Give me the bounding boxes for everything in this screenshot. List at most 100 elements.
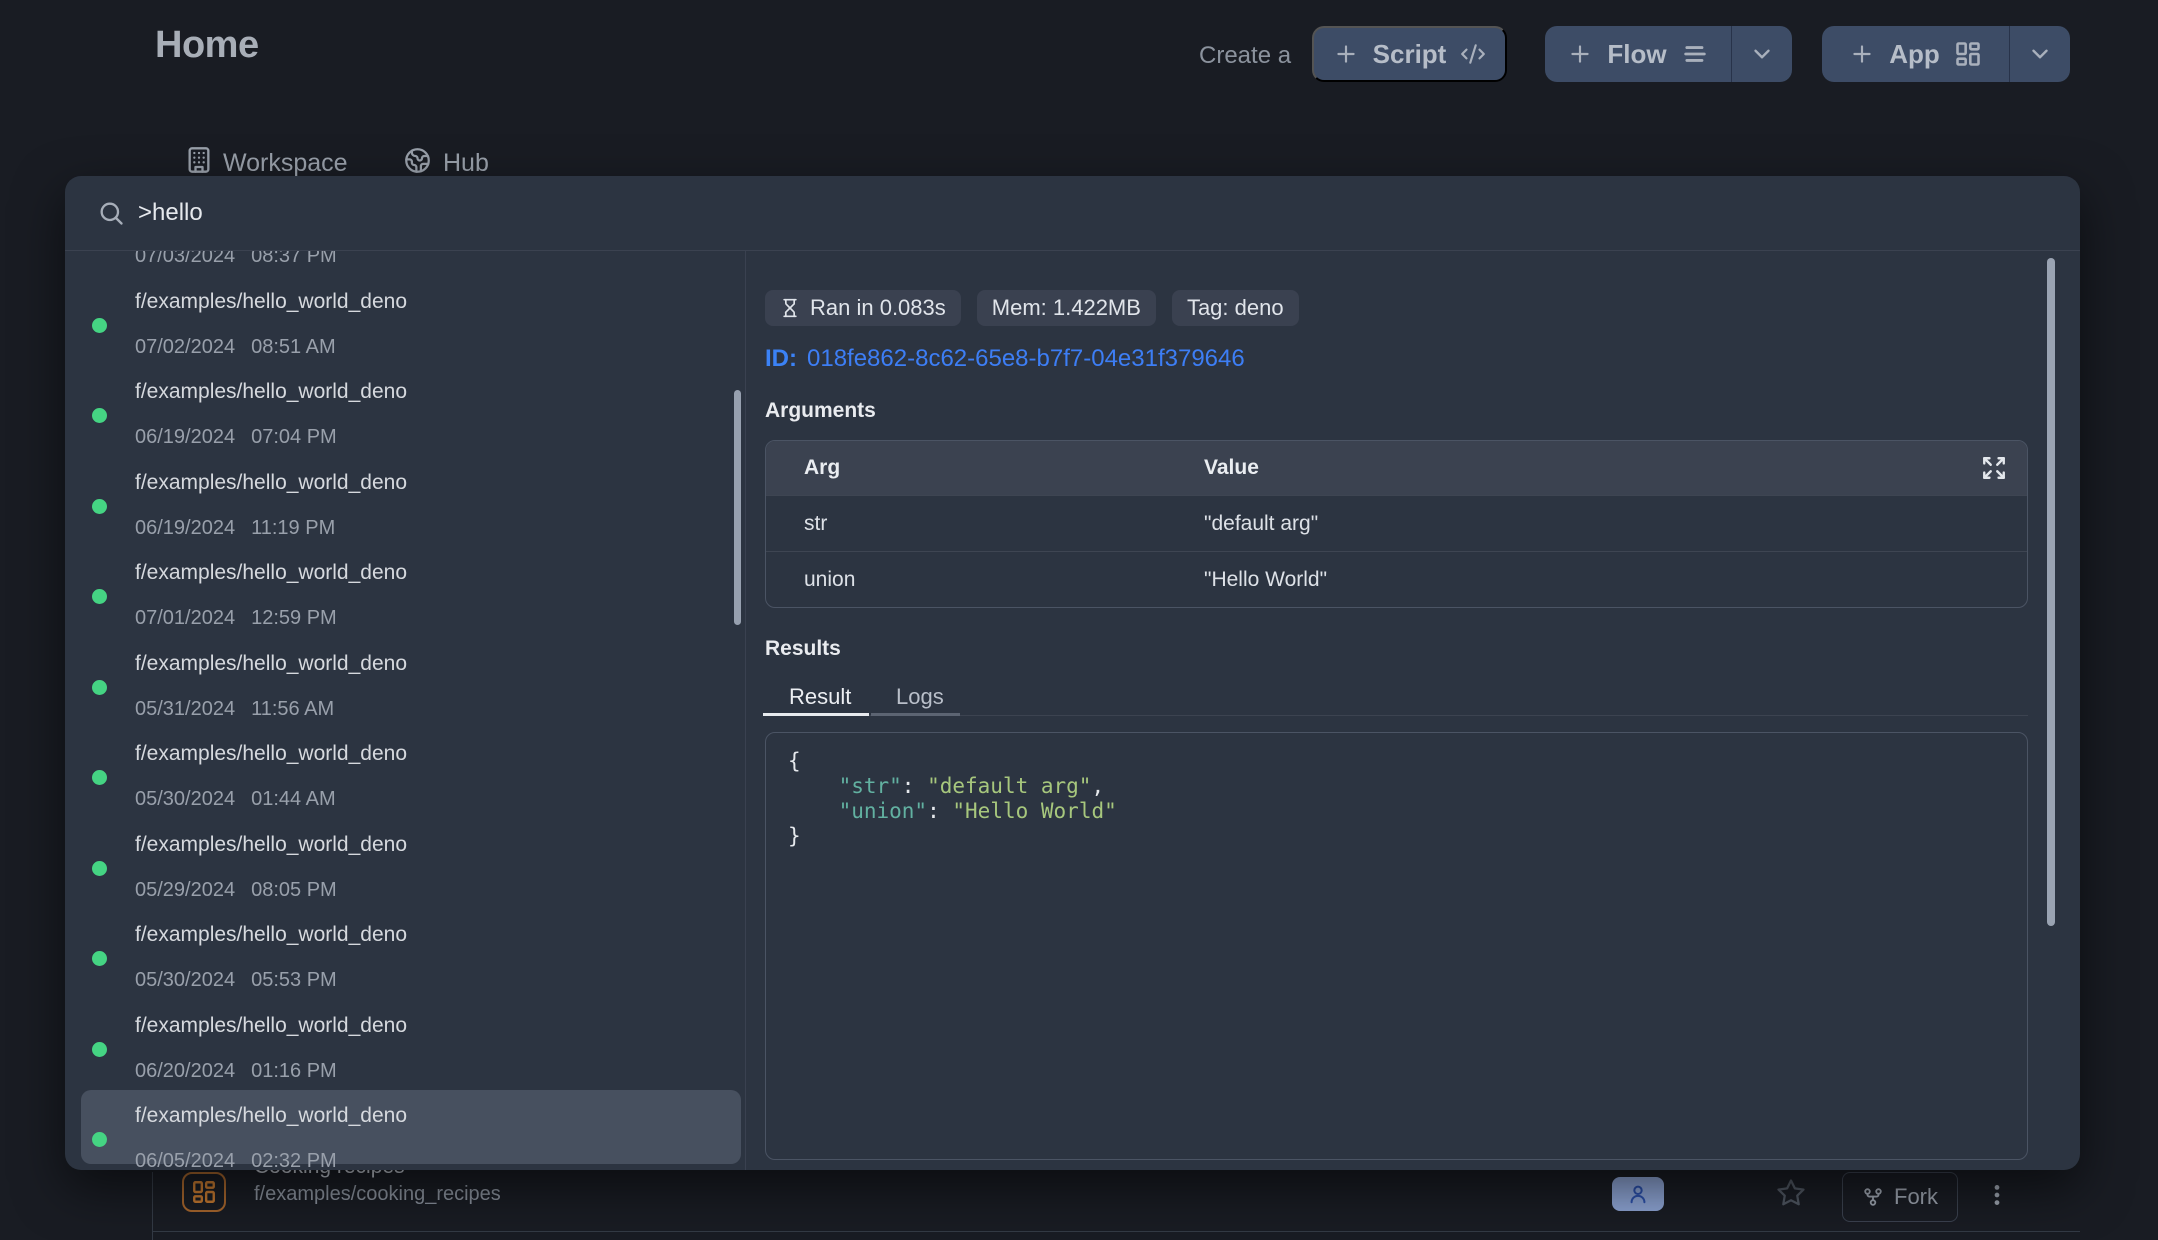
results-title: Results xyxy=(765,637,841,661)
create-a-label: Create a xyxy=(1199,42,1291,70)
success-status-dot xyxy=(92,1132,107,1147)
run-path: f/examples/hello_world_deno xyxy=(135,741,407,767)
flow-bars-icon xyxy=(1681,40,1709,68)
run-path: f/examples/hello_world_deno xyxy=(135,1103,407,1129)
kebab-menu-icon[interactable] xyxy=(1984,1180,2010,1210)
run-path: f/examples/hello_world_deno xyxy=(135,832,407,858)
run-list-item[interactable]: f/examples/hello_world_deno07/01/202412:… xyxy=(81,547,741,621)
create-app-button[interactable]: App xyxy=(1822,26,2009,82)
result-json: { "str": "default arg", "union": "Hello … xyxy=(766,733,2027,865)
arguments-title: Arguments xyxy=(765,399,876,423)
run-detail-panel: Ran in 0.083sMem: 1.422MBTag: deno ID: 01… xyxy=(745,251,2080,1170)
success-status-dot xyxy=(92,1042,107,1057)
page-title: Home xyxy=(155,24,259,67)
run-path: f/examples/hello_world_deno xyxy=(135,560,407,586)
expand-icon[interactable] xyxy=(1981,455,2007,481)
success-status-dot xyxy=(92,861,107,876)
git-fork-icon xyxy=(1862,1186,1884,1208)
run-datetime: 05/30/202405:53 PM xyxy=(135,967,337,993)
argument-name: str xyxy=(766,512,1204,536)
success-status-dot xyxy=(92,680,107,695)
tab-logs[interactable]: Logs xyxy=(896,684,944,710)
run-badges: Ran in 0.083sMem: 1.422MBTag: deno xyxy=(765,290,1299,326)
tab-hub[interactable]: Hub xyxy=(443,149,489,178)
create-app-dropdown-button[interactable] xyxy=(2010,26,2070,82)
chevron-down-icon xyxy=(2027,41,2053,67)
run-path: f/examples/hello_world_deno xyxy=(135,651,407,677)
success-status-dot xyxy=(92,499,107,514)
shared-users-badge xyxy=(1612,1177,1664,1211)
list-left-border xyxy=(152,1172,153,1240)
run-list-item[interactable]: f/examples/hello_world_deno05/29/202408:… xyxy=(81,819,741,893)
dashboard-icon xyxy=(1954,40,1982,68)
create-flow-label: Flow xyxy=(1607,39,1666,70)
search-input[interactable] xyxy=(138,194,1038,232)
run-path: f/examples/hello_world_deno xyxy=(135,1013,407,1039)
detail-scrollbar[interactable] xyxy=(2047,258,2055,926)
run-datetime: 07/02/202408:51 AM xyxy=(135,334,336,360)
argument-row: union"Hello World" xyxy=(766,551,2027,607)
run-id-value[interactable]: 018fe862-8c62-65e8-b7f7-04e31f379646 xyxy=(807,345,1245,372)
logs-tab-indicator xyxy=(871,713,960,716)
run-id-row: ID: 018fe862-8c62-65e8-b7f7-04e31f379646 xyxy=(765,345,1245,373)
run-list-item[interactable]: f/examples/hello_world_deno06/20/202401:… xyxy=(81,1000,741,1074)
run-list-item[interactable]: 07/03/202408:37 PM xyxy=(81,251,741,259)
app-row-path: f/examples/cooking_recipes xyxy=(254,1183,501,1206)
arguments-table-header: Arg Value xyxy=(766,441,2027,495)
run-list-item[interactable]: f/examples/hello_world_deno06/19/202407:… xyxy=(81,366,741,440)
create-flow-button-group: Flow xyxy=(1545,26,1792,82)
run-datetime: 06/05/202402:32 PM xyxy=(135,1148,337,1170)
column-header-arg: Arg xyxy=(766,456,1204,480)
run-list-item[interactable]: f/examples/hello_world_deno07/02/202408:… xyxy=(81,276,741,350)
globe-icon xyxy=(404,147,431,174)
column-header-value: Value xyxy=(1204,456,1981,480)
success-status-dot xyxy=(92,589,107,604)
run-datetime: 07/03/202408:37 PM xyxy=(135,251,337,269)
row-divider xyxy=(152,1231,2080,1232)
plus-icon xyxy=(1849,41,1875,67)
tab-workspace[interactable]: Workspace xyxy=(223,149,348,178)
run-path: f/examples/hello_world_deno xyxy=(135,289,407,315)
tab-result[interactable]: Result xyxy=(789,684,851,710)
argument-row: str"default arg" xyxy=(766,495,2027,551)
run-list-item[interactable]: f/examples/hello_world_deno05/30/202405:… xyxy=(81,909,741,983)
command-palette-modal: 07/03/202408:37 PM f/examples/hello_world… xyxy=(65,176,2080,1170)
run-list-item[interactable]: f/examples/hello_world_deno06/05/202402:… xyxy=(81,1090,741,1164)
arguments-table: Arg Value str"default arg"union"Hello Wo… xyxy=(765,440,2028,608)
run-datetime: 05/29/202408:05 PM xyxy=(135,877,337,903)
create-app-button-group: App xyxy=(1822,26,2070,82)
create-flow-button[interactable]: Flow xyxy=(1545,26,1731,82)
run-path: f/examples/hello_world_deno xyxy=(135,470,407,496)
success-status-dot xyxy=(92,770,107,785)
run-datetime: 05/31/202411:56 AM xyxy=(135,696,334,722)
create-flow-dropdown-button[interactable] xyxy=(1732,26,1792,82)
argument-name: union xyxy=(766,568,1204,592)
run-path: f/examples/hello_world_deno xyxy=(135,379,407,405)
argument-value: "Hello World" xyxy=(1204,568,2027,592)
building-icon xyxy=(185,146,213,174)
runs-list-scrollbar[interactable] xyxy=(734,390,741,625)
run-datetime: 06/20/202401:16 PM xyxy=(135,1058,337,1084)
plus-icon xyxy=(1333,41,1359,67)
success-status-dot xyxy=(92,318,107,333)
run-datetime: 07/01/202412:59 PM xyxy=(135,605,337,631)
run-id-label: ID: xyxy=(765,345,797,372)
fork-button[interactable]: Fork xyxy=(1842,1172,1958,1222)
app-icon-orange xyxy=(182,1172,226,1212)
run-list-item[interactable]: f/examples/hello_world_deno05/30/202401:… xyxy=(81,728,741,802)
result-json-box: { "str": "default arg", "union": "Hello … xyxy=(765,732,2028,1160)
success-status-dot xyxy=(92,408,107,423)
plus-icon xyxy=(1567,41,1593,67)
run-list-item[interactable]: f/examples/hello_world_deno06/19/202411:… xyxy=(81,457,741,531)
create-script-button[interactable]: Script xyxy=(1312,26,1507,82)
argument-value: "default arg" xyxy=(1204,512,2027,536)
create-script-label: Script xyxy=(1373,39,1447,70)
create-app-label: App xyxy=(1889,39,1940,70)
fork-button-label: Fork xyxy=(1894,1184,1938,1210)
run-datetime: 06/19/202411:19 PM xyxy=(135,515,335,541)
run-datetime: 05/30/202401:44 AM xyxy=(135,786,336,812)
run-list-item[interactable]: f/examples/hello_world_deno05/31/202411:… xyxy=(81,638,741,712)
star-icon[interactable] xyxy=(1776,1178,1806,1208)
run-badge: Ran in 0.083s xyxy=(765,290,961,326)
search-icon xyxy=(97,199,125,227)
